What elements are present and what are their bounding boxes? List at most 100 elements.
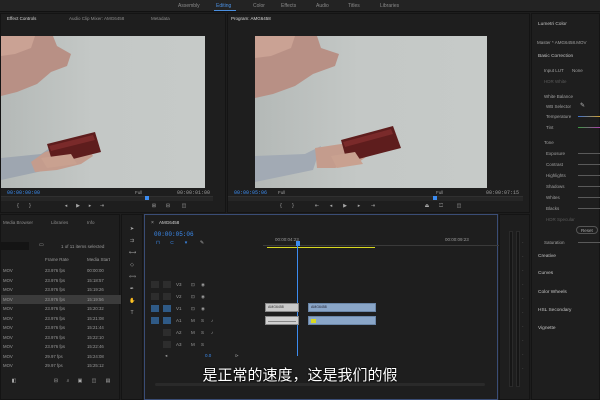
v1-lock-icon[interactable]: ⊡ xyxy=(191,306,195,312)
overwrite-icon[interactable]: ⊟ xyxy=(165,204,171,209)
a1-source-patch[interactable] xyxy=(151,317,159,324)
v2-track-target[interactable] xyxy=(163,293,171,300)
a1-track-target[interactable] xyxy=(163,317,171,324)
contrast-slider[interactable] xyxy=(578,164,600,165)
play-icon[interactable]: ▶ xyxy=(75,204,81,209)
pen-tool-icon[interactable]: ✒ xyxy=(129,287,135,292)
project-item-row[interactable]: MOV 23.976 fps 15:22:10 xyxy=(1,333,121,342)
master-track-end-icon[interactable]: ⊳ xyxy=(235,353,239,359)
temperature-slider[interactable] xyxy=(578,116,600,117)
workspace-tab-audio[interactable]: Audio xyxy=(316,3,329,9)
highlights-slider[interactable] xyxy=(578,175,600,176)
column-media-start[interactable]: Media Start xyxy=(87,257,110,262)
a3-track-target[interactable] xyxy=(163,341,171,348)
a3-mute-button[interactable]: M xyxy=(191,342,195,347)
tab-info[interactable]: Info xyxy=(87,220,95,225)
program-playhead[interactable] xyxy=(433,196,437,200)
a2-mute-button[interactable]: M xyxy=(191,330,195,335)
whites-slider[interactable] xyxy=(578,197,600,198)
workspace-tab-titles[interactable]: Titles xyxy=(348,3,360,9)
reset-button[interactable]: Reset xyxy=(576,226,598,234)
ripple-edit-tool-icon[interactable]: ⟷ xyxy=(129,251,136,256)
export-frame-icon[interactable]: ◫ xyxy=(181,204,187,209)
lift-icon[interactable]: ⏏ xyxy=(424,204,430,209)
type-tool-icon[interactable]: T xyxy=(129,311,135,316)
project-item-row[interactable]: MOV 23.976 fps 15:18:57 xyxy=(1,276,121,285)
clip-v1-left[interactable]: AMG6458 xyxy=(265,303,299,312)
program-mark-out-icon[interactable]: } xyxy=(290,204,296,209)
a1-solo-button[interactable]: S xyxy=(201,318,204,323)
tab-effect-controls[interactable]: Effect Controls xyxy=(7,16,36,21)
project-item-row[interactable]: MOV 23.976 fps 15:20:32 xyxy=(1,304,121,313)
a2-mic-icon[interactable]: ♪ xyxy=(211,330,213,335)
extract-icon[interactable]: ⏍ xyxy=(438,204,444,209)
section-curves[interactable]: Curves xyxy=(538,271,553,276)
close-sequence-icon[interactable]: × xyxy=(151,220,154,226)
project-item-row[interactable]: MOV 23.976 fps 15:21:08 xyxy=(1,314,121,323)
project-item-row[interactable]: MOV 23.976 fps 15:21:44 xyxy=(1,323,121,332)
program-go-to-in-icon[interactable]: ⇤ xyxy=(314,204,320,209)
v2-eye-icon[interactable]: ◉ xyxy=(201,294,205,300)
v2-source-patch[interactable] xyxy=(151,293,159,300)
workspace-tab-assembly[interactable]: Assembly xyxy=(178,3,200,9)
selection-tool-icon[interactable]: ➤ xyxy=(129,227,135,232)
program-play-icon[interactable]: ▶ xyxy=(342,204,348,209)
column-frame-rate[interactable]: Frame Rate xyxy=(45,257,69,262)
blacks-slider[interactable] xyxy=(578,208,600,209)
program-step-forward-icon[interactable]: ▸ xyxy=(356,204,362,209)
timeline-timecode[interactable]: 00:00:05:06 xyxy=(154,231,194,238)
mark-in-icon[interactable]: { xyxy=(15,204,21,209)
v3-track-target[interactable] xyxy=(163,281,171,288)
tint-slider[interactable] xyxy=(578,127,600,128)
new-bin-icon[interactable]: ▭ xyxy=(39,242,44,248)
program-resolution-select[interactable]: Full xyxy=(436,190,443,195)
workspace-tab-color[interactable]: Color xyxy=(253,3,265,9)
tab-audio-clip-mixer[interactable]: Audio Clip Mixer: AMG6458 xyxy=(69,16,124,21)
add-marker-icon[interactable]: ▾ xyxy=(183,241,189,246)
v3-eye-icon[interactable]: ◉ xyxy=(201,282,205,288)
tab-program[interactable]: Program: AMG6458 xyxy=(231,16,271,21)
source-time-ruler[interactable] xyxy=(1,196,213,201)
tab-libraries[interactable]: Libraries xyxy=(51,220,68,225)
clip-a1-left[interactable] xyxy=(265,316,299,325)
program-mark-in-icon[interactable]: { xyxy=(278,204,284,209)
eyedropper-icon[interactable]: ✎ xyxy=(580,102,585,109)
lumetri-master-clip[interactable]: Master * AMG6458.MOV xyxy=(537,40,587,45)
v3-lock-icon[interactable]: ⊡ xyxy=(191,282,195,288)
project-item-row[interactable]: MOV 23.976 fps 15:22:46 xyxy=(1,342,121,351)
v2-lock-icon[interactable]: ⊡ xyxy=(191,294,195,300)
tab-sequence[interactable]: AMG6458 xyxy=(159,220,179,225)
master-volume-value[interactable]: 0.0 xyxy=(205,353,211,358)
a3-solo-button[interactable]: S xyxy=(201,342,204,347)
project-item-row[interactable]: MOV 23.976 fps 15:19:56 xyxy=(1,294,121,304)
slip-tool-icon[interactable]: ⟺ xyxy=(129,275,136,280)
linked-selection-icon[interactable]: ⊂ xyxy=(169,241,175,246)
v1-eye-icon[interactable]: ◉ xyxy=(201,306,205,312)
clip-v1-right[interactable]: AMG6458 xyxy=(308,303,376,312)
tone-label[interactable]: Tone xyxy=(544,140,554,145)
tab-metadata[interactable]: Metadata xyxy=(151,16,170,21)
razor-tool-icon[interactable]: ◇ xyxy=(129,263,135,268)
clip-a1-right[interactable] xyxy=(308,316,376,325)
v1-track-target[interactable] xyxy=(163,305,171,312)
project-item-row[interactable]: MOV 29.97 fps 15:24:08 xyxy=(1,352,121,361)
program-export-frame-icon[interactable]: ◫ xyxy=(456,204,462,209)
program-time-ruler[interactable] xyxy=(228,196,523,201)
program-zoom-select[interactable]: Full xyxy=(278,190,285,195)
work-area-bar[interactable] xyxy=(267,247,375,248)
next-edit-icon[interactable]: ⇥ xyxy=(99,204,105,209)
section-color-wheels[interactable]: Color Wheels xyxy=(538,290,567,295)
program-step-back-icon[interactable]: ◂ xyxy=(328,204,334,209)
step-back-icon[interactable]: ◂ xyxy=(63,204,69,209)
insert-icon[interactable]: ⊞ xyxy=(151,204,157,209)
v1-source-patch[interactable] xyxy=(151,305,159,312)
track-select-tool-icon[interactable]: ⇉ xyxy=(129,239,135,244)
v3-source-patch[interactable] xyxy=(151,281,159,288)
project-item-row[interactable]: MOV 23.976 fps 15:19:26 xyxy=(1,285,121,294)
workspace-tab-libraries[interactable]: Libraries xyxy=(380,3,399,9)
section-basic-correction[interactable]: Basic Correction xyxy=(538,54,573,59)
workspace-tab-editing[interactable]: Editing xyxy=(216,3,231,9)
project-item-row[interactable]: MOV 23.976 fps 00:00:00 xyxy=(1,266,121,275)
input-lut-select[interactable]: None xyxy=(572,68,583,73)
section-vignette[interactable]: Vignette xyxy=(538,326,556,331)
